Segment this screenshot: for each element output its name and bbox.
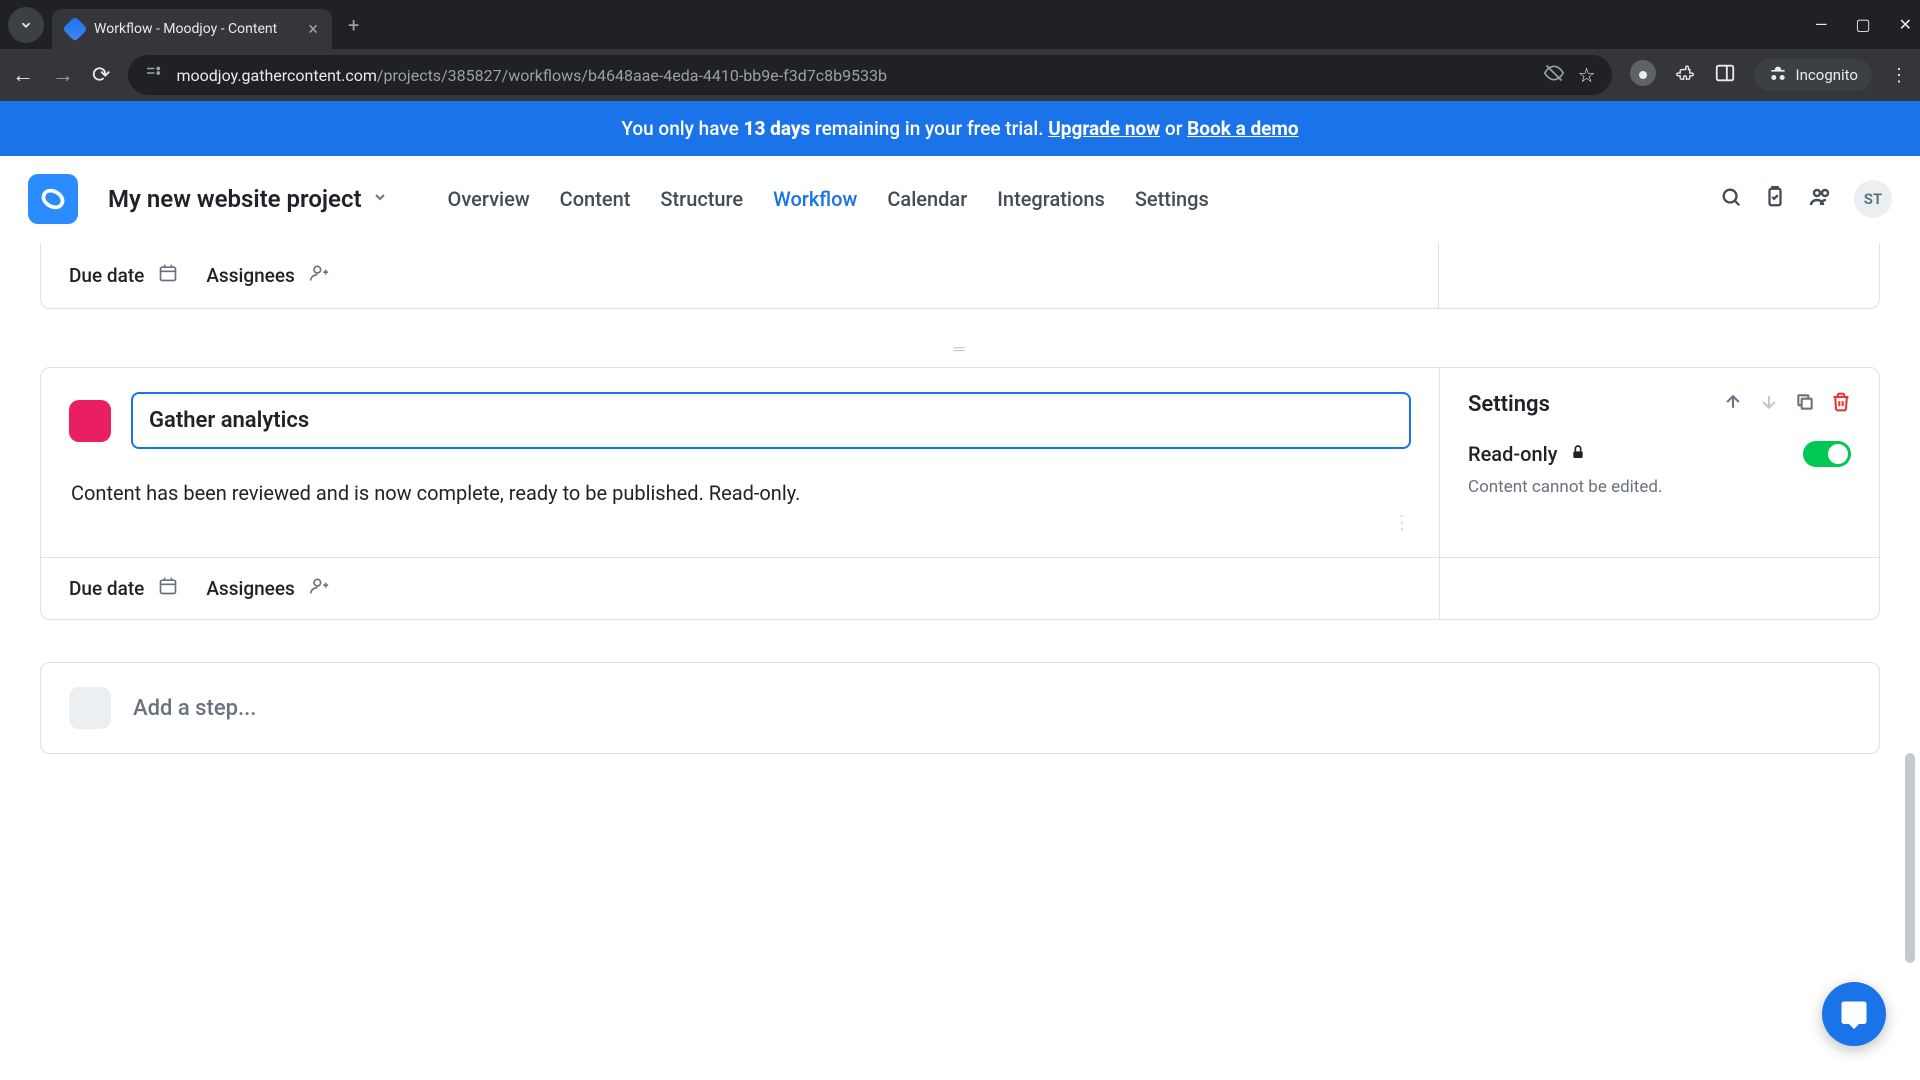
maximize-button[interactable]: ▢ xyxy=(1855,15,1870,34)
forward-button[interactable]: → xyxy=(52,62,74,88)
user-avatar[interactable]: ST xyxy=(1854,180,1892,218)
tab-structure[interactable]: Structure xyxy=(660,187,743,211)
move-down-button[interactable] xyxy=(1759,392,1779,417)
assignees-label: Assignees xyxy=(206,577,294,600)
vertical-scrollbar[interactable] xyxy=(1903,273,1917,1070)
url-text: moodjoy.gathercontent.com/projects/38582… xyxy=(176,66,1529,85)
calendar-icon[interactable] xyxy=(158,263,178,288)
delete-button[interactable] xyxy=(1831,392,1851,417)
add-assignee-icon[interactable] xyxy=(309,263,329,288)
sidepanel-icon[interactable] xyxy=(1714,62,1736,89)
upgrade-now-link[interactable]: Upgrade now xyxy=(1048,117,1160,140)
lock-icon xyxy=(1570,444,1586,465)
drag-handle-icon[interactable]: ═ xyxy=(40,339,1880,359)
tracking-icon[interactable] xyxy=(1544,63,1564,87)
add-step-placeholder: Add a step... xyxy=(133,696,256,721)
trial-banner: You only have 13 days remaining in your … xyxy=(0,101,1920,156)
tab-favicon-icon xyxy=(62,16,87,41)
app-header: My new website project Overview Content … xyxy=(0,156,1920,243)
browser-toolbar: ← → ⟳ moodjoy.gathercontent.com/projects… xyxy=(0,49,1920,101)
tab-calendar[interactable]: Calendar xyxy=(887,187,967,211)
window-controls: — ▢ ✕ xyxy=(1815,15,1912,34)
previous-step-card-bottom: Due date Assignees xyxy=(40,243,1880,309)
content-area: Due date Assignees ═ xyxy=(0,243,1920,814)
step-settings-panel: Settings xyxy=(1439,368,1879,557)
project-selector[interactable]: My new website project xyxy=(108,185,388,213)
readonly-help-text: Content cannot be edited. xyxy=(1468,477,1851,497)
chevron-down-icon xyxy=(372,189,388,209)
readonly-label: Read-only xyxy=(1468,442,1558,466)
new-tab-button[interactable]: + xyxy=(348,13,359,37)
incognito-badge[interactable]: Incognito xyxy=(1754,59,1872,91)
chat-fab-button[interactable] xyxy=(1822,982,1886,1046)
address-bar[interactable]: moodjoy.gathercontent.com/projects/38582… xyxy=(128,55,1611,95)
step-description-textarea[interactable]: Content has been reviewed and is now com… xyxy=(69,477,1411,535)
profile-icon[interactable] xyxy=(1630,60,1656,91)
site-info-icon[interactable] xyxy=(144,64,162,86)
due-date-label: Due date xyxy=(69,577,144,600)
project-name-label: My new website project xyxy=(108,185,362,213)
search-icon[interactable] xyxy=(1720,186,1742,213)
extensions-icon[interactable] xyxy=(1674,62,1696,89)
step-color-chip[interactable] xyxy=(69,400,111,442)
tab-title: Workflow - Moodjoy - Content xyxy=(94,21,298,37)
tab-overview[interactable]: Overview xyxy=(448,187,530,211)
clipboard-icon[interactable] xyxy=(1764,186,1786,213)
tab-workflow[interactable]: Workflow xyxy=(773,187,857,211)
tab-settings[interactable]: Settings xyxy=(1135,187,1209,211)
placeholder-color-chip xyxy=(69,687,111,729)
duplicate-button[interactable] xyxy=(1795,392,1815,417)
assignees-label: Assignees xyxy=(206,264,294,287)
calendar-icon[interactable] xyxy=(158,576,178,601)
minimize-button[interactable]: — xyxy=(1815,15,1828,34)
settings-heading: Settings xyxy=(1468,392,1709,417)
due-date-label: Due date xyxy=(69,264,144,287)
tab-close-button[interactable]: × xyxy=(308,19,318,40)
browser-tab-strip: Workflow - Moodjoy - Content × + — ▢ ✕ xyxy=(0,0,1920,49)
add-assignee-icon[interactable] xyxy=(309,576,329,601)
readonly-toggle[interactable] xyxy=(1803,441,1851,467)
browser-menu-icon[interactable]: ⋮ xyxy=(1890,65,1908,86)
add-step-input[interactable]: Add a step... xyxy=(40,662,1880,754)
app-logo-icon[interactable] xyxy=(28,174,78,224)
workflow-step-card: Content has been reviewed and is now com… xyxy=(40,367,1880,620)
browser-tab[interactable]: Workflow - Moodjoy - Content × xyxy=(52,9,332,49)
resize-grip-icon[interactable]: ⋰ xyxy=(1391,512,1412,533)
book-demo-link[interactable]: Book a demo xyxy=(1187,117,1298,140)
tab-content[interactable]: Content xyxy=(560,187,631,211)
reload-button[interactable]: ⟳ xyxy=(92,63,110,88)
nav-tabs: Overview Content Structure Workflow Cale… xyxy=(448,187,1209,211)
bookmark-icon[interactable]: ☆ xyxy=(1578,63,1596,87)
tab-search-button[interactable] xyxy=(8,7,44,43)
step-title-input[interactable] xyxy=(131,392,1411,449)
move-up-button[interactable] xyxy=(1723,392,1743,417)
back-button[interactable]: ← xyxy=(12,62,34,88)
close-window-button[interactable]: ✕ xyxy=(1899,15,1912,34)
tab-integrations[interactable]: Integrations xyxy=(997,187,1105,211)
incognito-label: Incognito xyxy=(1796,66,1858,84)
people-icon[interactable] xyxy=(1808,185,1832,214)
